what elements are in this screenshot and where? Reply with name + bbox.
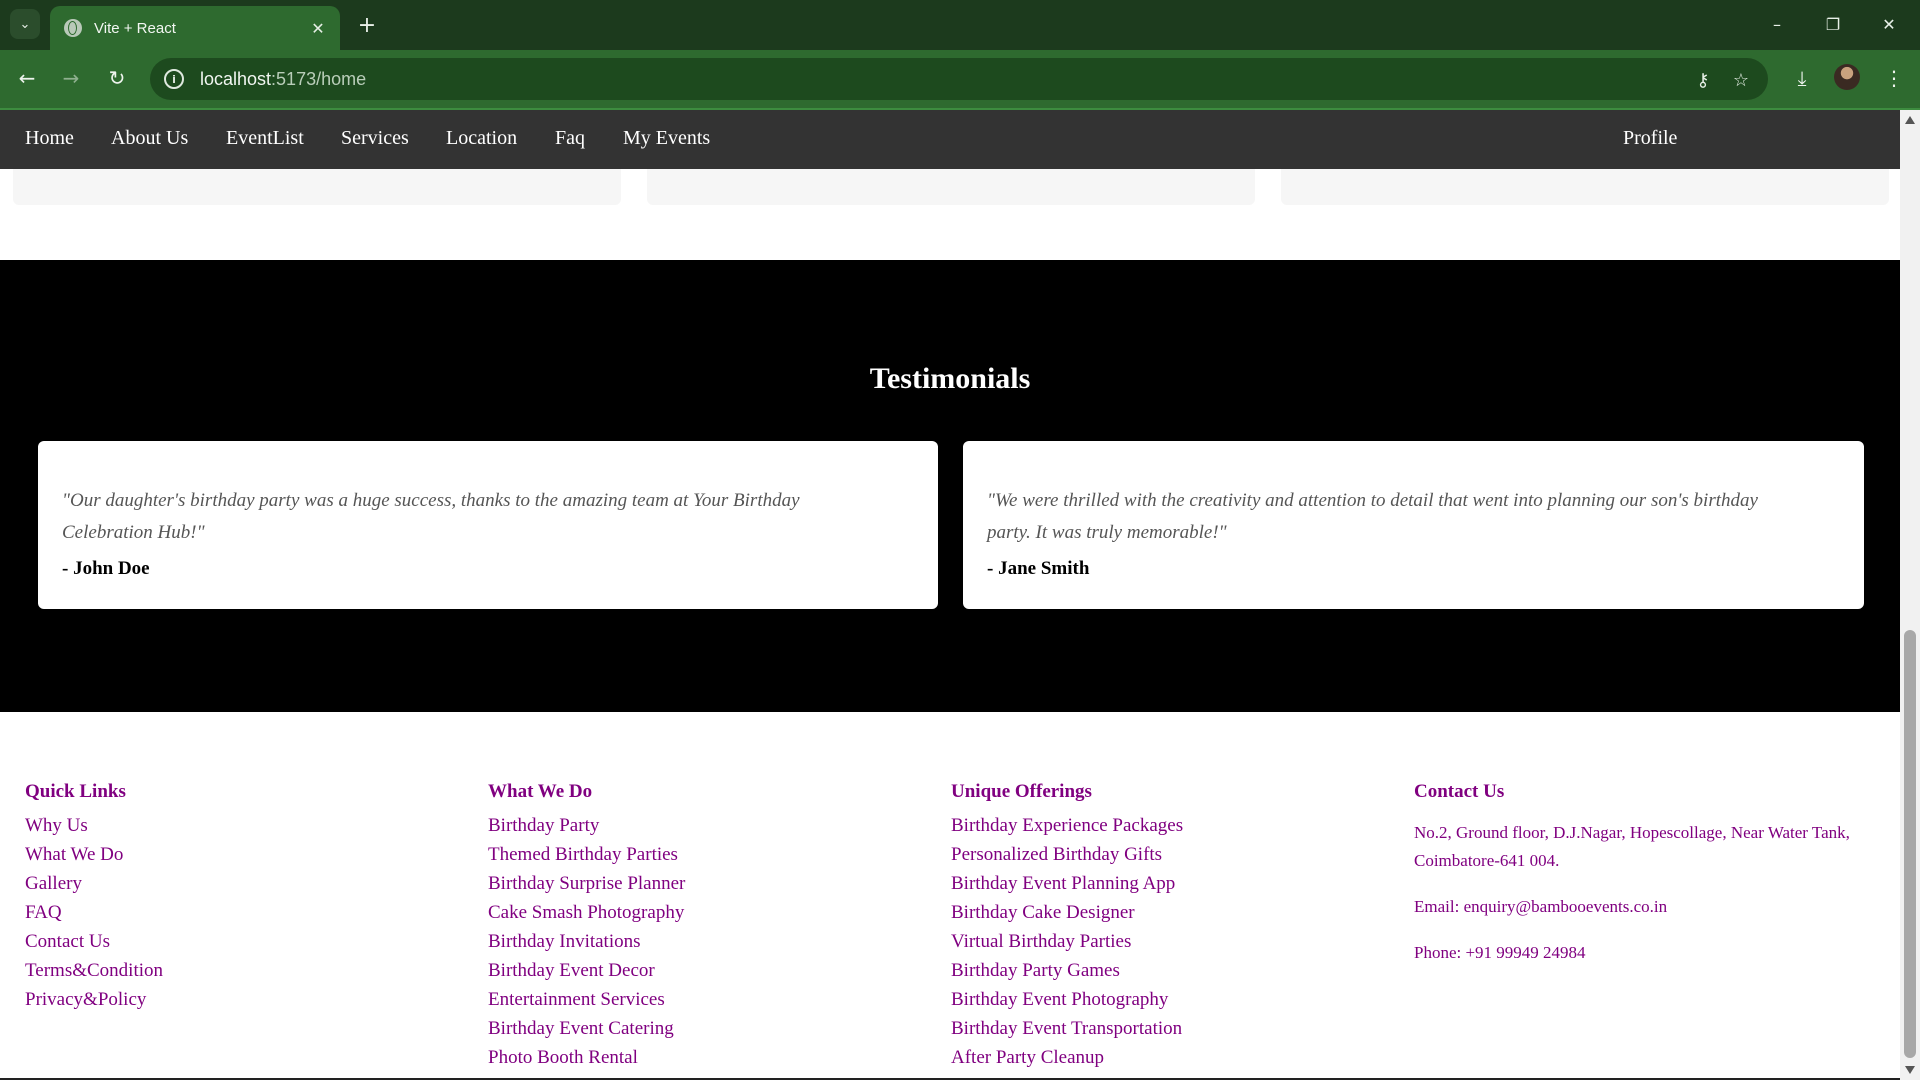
nav-faq[interactable]: Faq: [555, 127, 585, 150]
footer-phone: Phone: +91 99949 24984: [1414, 943, 1586, 962]
footer-link[interactable]: FAQ: [25, 898, 163, 927]
page-scrollbar[interactable]: [1900, 110, 1920, 1080]
back-arrow-left-icon[interactable]: ←: [11, 62, 43, 94]
browser-toolbar: ← → ↻ i localhost:5173/home ⚷ ☆ ⤓ ⋮: [0, 50, 1920, 110]
nav-eventlist[interactable]: EventList: [226, 127, 304, 150]
quote-line: "Our daughter's birthday party was a hug…: [62, 490, 800, 511]
card-bottom-edge: [1281, 169, 1889, 205]
footer-heading: Contact Us: [1414, 781, 1505, 802]
scroll-up-arrow-icon[interactable]: [1905, 116, 1915, 124]
url-text: localhost:5173/home: [200, 69, 366, 90]
browser-tab[interactable]: Vite + React ✕: [50, 6, 340, 50]
footer-link[interactable]: Contact Us: [25, 927, 163, 956]
profile-avatar[interactable]: [1834, 64, 1860, 90]
kebab-menu-icon[interactable]: ⋮: [1878, 62, 1910, 94]
footer-link[interactable]: Birthday Event Catering: [488, 1014, 685, 1043]
nav-my-events[interactable]: My Events: [623, 127, 710, 150]
card-bottom-edge: [647, 169, 1255, 205]
footer-link[interactable]: Birthday Surprise Planner: [488, 869, 685, 898]
nav-profile[interactable]: Profile: [1623, 127, 1677, 150]
card-bottom-edge: [13, 169, 621, 205]
footer-heading: What We Do: [488, 781, 593, 802]
footer-heading: Unique Offerings: [951, 781, 1092, 802]
page-viewport: Home About Us EventList Services Locatio…: [0, 110, 1900, 1080]
quote-line: party. It was truly memorable!": [987, 522, 1227, 543]
tab-close-icon[interactable]: ✕: [306, 16, 330, 40]
nav-services[interactable]: Services: [341, 127, 409, 150]
footer-what-we-do: What We Do Birthday Party Themed Birthda…: [488, 781, 685, 1072]
testimonial-quote: "We were thrilled with the creativity an…: [987, 485, 1840, 549]
footer-link[interactable]: Birthday Event Planning App: [951, 869, 1183, 898]
footer-link[interactable]: Virtual Birthday Parties: [951, 927, 1183, 956]
footer-link[interactable]: What We Do: [25, 840, 163, 869]
scroll-down-arrow-icon[interactable]: [1905, 1066, 1915, 1074]
footer-address: No.2, Ground floor, D.J.Nagar, Hopescoll…: [1414, 819, 1874, 875]
restore-icon[interactable]: ❐: [1810, 6, 1856, 42]
site-navbar: Home About Us EventList Services Locatio…: [0, 110, 1900, 169]
address-line: Coimbatore-641 004.: [1414, 851, 1560, 870]
footer-link[interactable]: Cake Smash Photography: [488, 898, 685, 927]
tab-search-chevron-down-icon[interactable]: ⌄: [10, 9, 40, 39]
footer-link[interactable]: Privacy&Policy: [25, 985, 163, 1014]
footer-link[interactable]: Why Us: [25, 811, 163, 840]
footer-link[interactable]: After Party Cleanup: [951, 1043, 1183, 1072]
nav-about-us[interactable]: About Us: [111, 127, 188, 150]
scrollbar-thumb[interactable]: [1904, 630, 1916, 1058]
nav-location[interactable]: Location: [446, 127, 517, 150]
site-info-icon[interactable]: i: [164, 69, 184, 89]
footer-link[interactable]: Birthday Party: [488, 811, 685, 840]
forward-arrow-right-icon[interactable]: →: [55, 62, 87, 94]
footer-link[interactable]: Birthday Event Transportation: [951, 1014, 1183, 1043]
site-footer: Quick Links Why Us What We Do Gallery FA…: [0, 712, 1900, 1080]
nav-home[interactable]: Home: [25, 127, 74, 150]
address-line: No.2, Ground floor, D.J.Nagar, Hopescoll…: [1414, 823, 1850, 842]
key-icon[interactable]: ⚷: [1690, 67, 1716, 93]
footer-email: Email: enquiry@bambooevents.co.in: [1414, 897, 1668, 916]
url-host: localhost: [200, 68, 272, 89]
star-icon[interactable]: ☆: [1728, 67, 1754, 93]
footer-contact: Contact Us No.2, Ground floor, D.J.Nagar…: [1414, 781, 1874, 985]
reload-icon[interactable]: ↻: [101, 62, 133, 94]
minimize-icon[interactable]: –: [1754, 6, 1800, 42]
footer-unique-offerings: Unique Offerings Birthday Experience Pac…: [951, 781, 1183, 1072]
tab-title: Vite + React: [94, 19, 176, 37]
testimonials-section: Testimonials "Our daughter's birthday pa…: [0, 260, 1900, 712]
testimonial-author: - Jane Smith: [987, 558, 1090, 579]
testimonial-quote: "Our daughter's birthday party was a hug…: [62, 485, 914, 549]
address-bar[interactable]: i localhost:5173/home ⚷ ☆: [150, 58, 1768, 100]
quote-line: Celebration Hub!": [62, 522, 205, 543]
quote-line: "We were thrilled with the creativity an…: [987, 490, 1758, 511]
footer-link[interactable]: Birthday Experience Packages: [951, 811, 1183, 840]
footer-quick-links: Quick Links Why Us What We Do Gallery FA…: [25, 781, 163, 1014]
footer-link[interactable]: Themed Birthday Parties: [488, 840, 685, 869]
footer-link[interactable]: Gallery: [25, 869, 163, 898]
browser-tab-strip: ⌄ Vite + React ✕ + – ❐ ✕: [0, 0, 1920, 50]
url-path: :5173/home: [271, 68, 367, 89]
testimonial-card: "We were thrilled with the creativity an…: [963, 441, 1864, 609]
window-close-icon[interactable]: ✕: [1866, 6, 1912, 42]
globe-icon: [64, 19, 82, 37]
footer-link[interactable]: Personalized Birthday Gifts: [951, 840, 1183, 869]
footer-link[interactable]: Birthday Event Decor: [488, 956, 685, 985]
footer-link[interactable]: Birthday Party Games: [951, 956, 1183, 985]
new-tab-plus-icon[interactable]: +: [352, 10, 382, 40]
footer-link[interactable]: Terms&Condition: [25, 956, 163, 985]
footer-heading: Quick Links: [25, 781, 126, 802]
testimonials-title: Testimonials: [869, 362, 1031, 395]
footer-link[interactable]: Birthday Invitations: [488, 927, 685, 956]
testimonial-card: "Our daughter's birthday party was a hug…: [38, 441, 938, 609]
footer-link[interactable]: Birthday Event Photography: [951, 985, 1183, 1014]
testimonial-author: - John Doe: [62, 558, 150, 579]
footer-link[interactable]: Entertainment Services: [488, 985, 685, 1014]
download-icon[interactable]: ⤓: [1786, 62, 1818, 94]
footer-link[interactable]: Birthday Cake Designer: [951, 898, 1183, 927]
footer-link[interactable]: Photo Booth Rental: [488, 1043, 685, 1072]
